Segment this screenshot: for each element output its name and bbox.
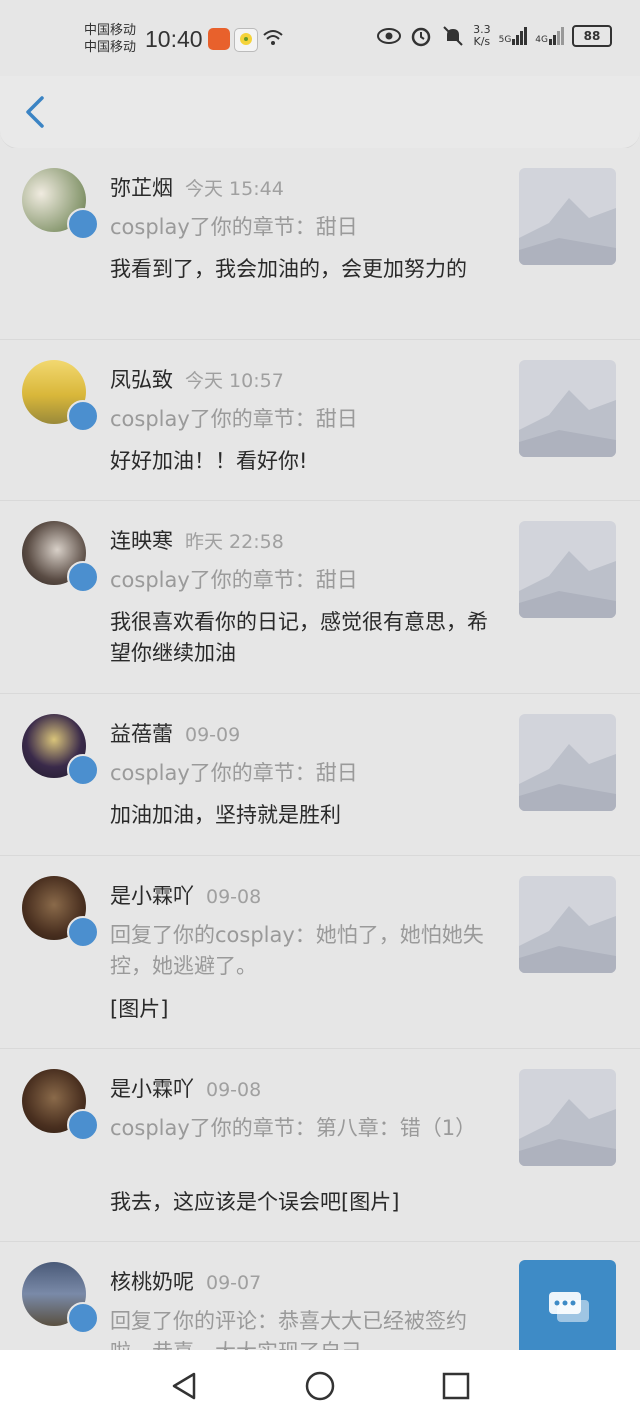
comment-badge-icon: [67, 754, 99, 786]
top-nav-bar: [0, 76, 640, 149]
comment-badge-icon: [67, 916, 99, 948]
eye-icon: [377, 28, 402, 44]
chat-fab-button[interactable]: [519, 1260, 616, 1357]
status-bar: 中国移动 中国移动 10:40 3.3 K/s 5G 4G 88: [0, 0, 640, 76]
activity-text: 回复了你的cosplay：她怕了，她怕她失控，她逃避了。: [110, 923, 484, 978]
list-item[interactable]: 是小霖吖 09-08 回复了你的cosplay：她怕了，她怕她失控，她逃避了。 […: [0, 856, 640, 1049]
activity-text: 回复了你的评论：恭喜大大已经被签约啦，恭喜，大大实现了自己: [110, 1309, 467, 1350]
user-name[interactable]: 凤弘致: [110, 368, 173, 392]
clock: 10:40: [145, 26, 203, 52]
notification-app-icon-2: [234, 28, 258, 52]
comment-text: 我去，这应该是个误会吧[图片]: [110, 1190, 400, 1214]
activity-text: cosplay了你的章节：甜日: [110, 568, 358, 592]
comment-badge-icon: [67, 1109, 99, 1141]
mute-bell-icon: [443, 26, 463, 46]
activity-text: cosplay了你的章节：甜日: [110, 761, 358, 785]
list-item[interactable]: 弥芷烟 今天 15:44 cosplay了你的章节：甜日 我看到了，我会加油的，会…: [0, 148, 640, 340]
timestamp: 09-07: [206, 1272, 262, 1294]
comment-text: 我很喜欢看你的日记，感觉很有意思，希望你继续加油: [110, 610, 488, 665]
alarm-icon: [411, 27, 431, 47]
activity-text: cosplay了你的章节：甜日: [110, 215, 358, 239]
carrier-2: 中国移动: [84, 40, 137, 55]
list-item[interactable]: 益蓓蕾 09-09 cosplay了你的章节：甜日 加油加油，坚持就是胜利: [0, 694, 640, 856]
back-arrow-icon[interactable]: [22, 94, 50, 130]
signal-5g-icon: 5G: [499, 27, 528, 45]
chapter-thumbnail[interactable]: [519, 521, 616, 618]
comment-badge-icon: [67, 400, 99, 432]
chapter-thumbnail[interactable]: [519, 360, 616, 457]
comment-text: 好好加油！！看好你!: [110, 449, 308, 473]
user-name[interactable]: 弥芷烟: [110, 176, 173, 200]
user-name[interactable]: 连映寒: [110, 529, 173, 553]
status-right: 3.3 K/s 5G 4G 88: [377, 24, 612, 48]
carrier-labels: 中国移动 中国移动: [84, 22, 136, 56]
net-speed: 3.3 K/s: [473, 23, 491, 48]
timestamp: 09-08: [206, 886, 262, 908]
timestamp: 今天 15:44: [185, 178, 284, 200]
nav-recents-icon[interactable]: [440, 1370, 472, 1402]
comment-badge-icon: [67, 1302, 99, 1334]
user-name[interactable]: 是小霖吖: [110, 1077, 194, 1101]
signal-4g-icon: 4G: [535, 27, 564, 45]
chapter-thumbnail[interactable]: [519, 168, 616, 265]
comment-badge-icon: [67, 561, 99, 593]
user-name[interactable]: 核桃奶呢: [110, 1270, 194, 1294]
chapter-thumbnail[interactable]: [519, 876, 616, 973]
comment-text: 我看到了，我会加油的，会更加努力的: [110, 257, 467, 281]
activity-text: cosplay了你的章节：第八章：错（1）: [110, 1116, 477, 1140]
list-item[interactable]: 凤弘致 今天 10:57 cosplay了你的章节：甜日 好好加油！！看好你!: [0, 340, 640, 501]
activity-text: cosplay了你的章节：甜日: [110, 407, 358, 431]
timestamp: 今天 10:57: [185, 370, 284, 392]
user-name[interactable]: 益蓓蕾: [110, 722, 173, 746]
list-item[interactable]: 是小霖吖 09-08 cosplay了你的章节：第八章：错（1） 我去，这应该是个…: [0, 1049, 640, 1242]
chapter-thumbnail[interactable]: [519, 1069, 616, 1166]
wifi-icon: [263, 30, 283, 45]
user-name[interactable]: 是小霖吖: [110, 884, 194, 908]
message-list[interactable]: 弥芷烟 今天 15:44 cosplay了你的章节：甜日 我看到了，我会加油的，会…: [0, 148, 640, 1350]
timestamp: 09-08: [206, 1079, 262, 1101]
comment-badge-icon: [67, 208, 99, 240]
system-nav-bar: [0, 1350, 640, 1422]
comment-text: 加油加油，坚持就是胜利: [110, 803, 341, 827]
comment-text: [图片]: [110, 997, 169, 1021]
timestamp: 09-09: [185, 724, 241, 746]
nav-home-icon[interactable]: [304, 1370, 336, 1402]
timestamp: 昨天 22:58: [185, 531, 284, 553]
notification-app-icon: [208, 28, 230, 50]
carrier-1: 中国移动: [84, 23, 137, 38]
chapter-thumbnail[interactable]: [519, 714, 616, 811]
chat-bubble-icon: [549, 1292, 589, 1322]
battery-indicator: 88: [572, 25, 612, 47]
list-item[interactable]: 连映寒 昨天 22:58 cosplay了你的章节：甜日 我很喜欢看你的日记，感觉…: [0, 501, 640, 694]
nav-back-icon[interactable]: [168, 1370, 200, 1402]
